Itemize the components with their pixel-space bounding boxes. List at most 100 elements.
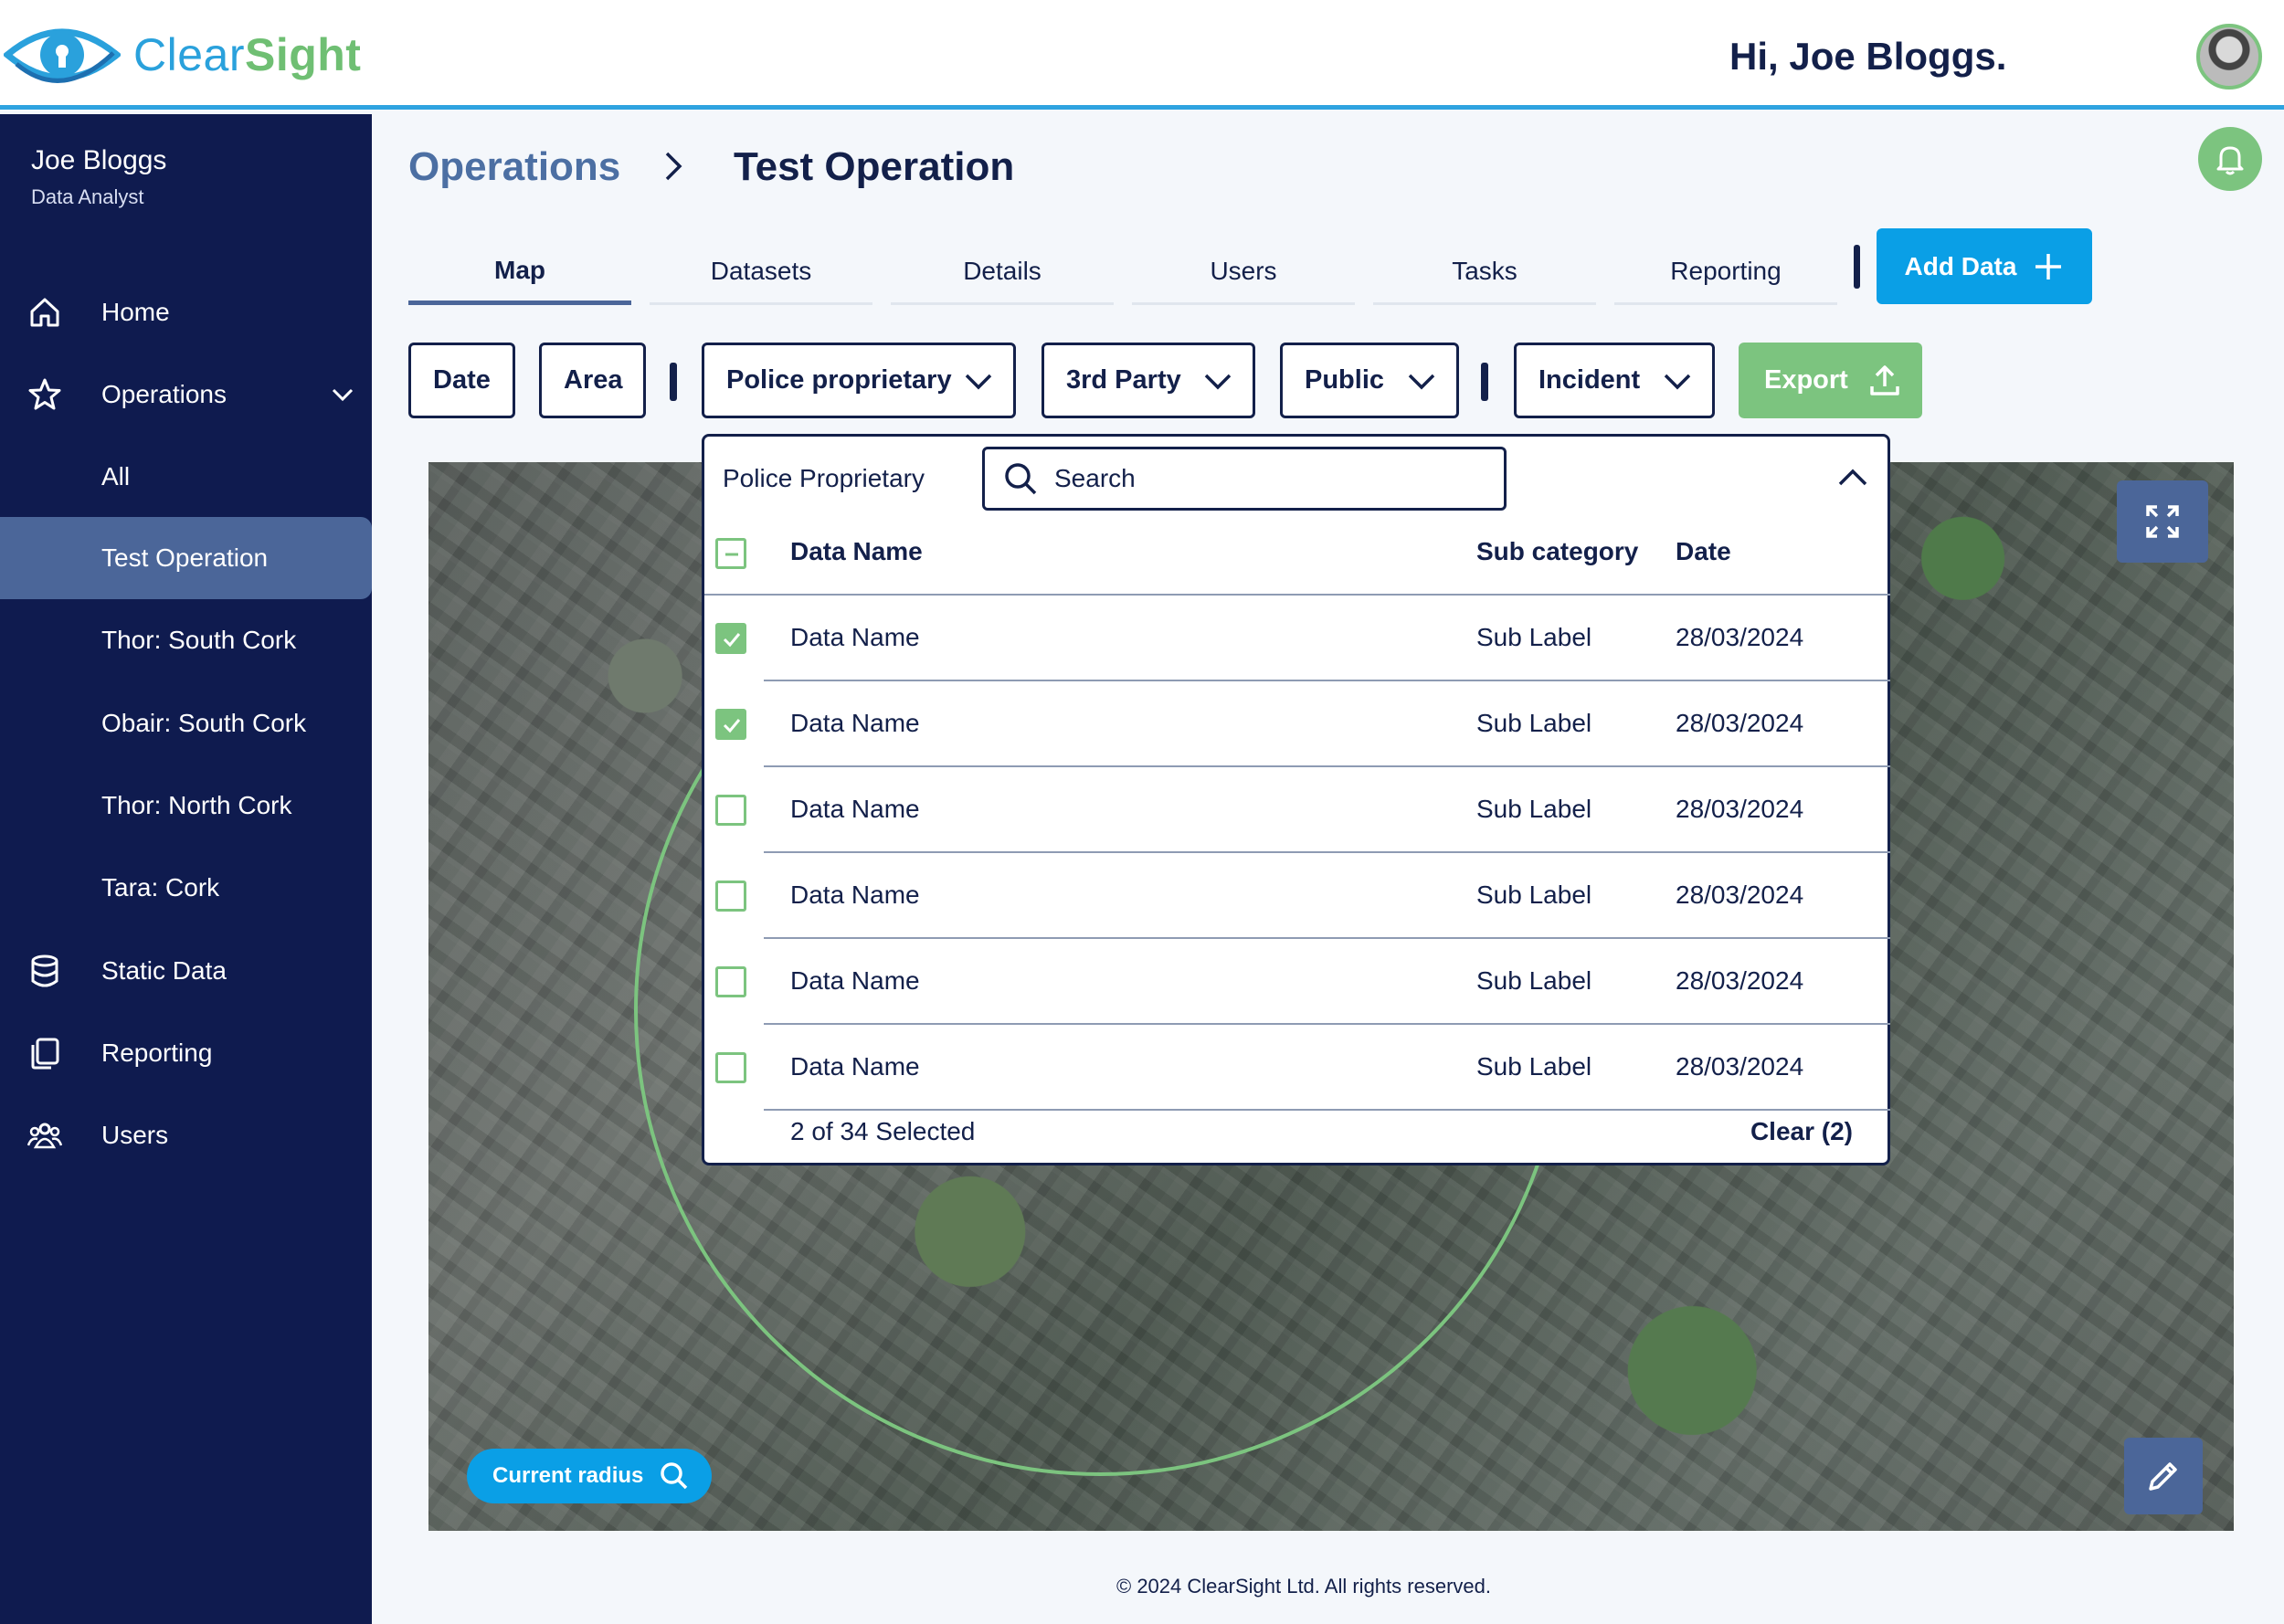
search-icon	[1005, 463, 1037, 495]
police-proprietary-panel: Police Proprietary Data Name Sub categor…	[702, 434, 1890, 1165]
upload-icon	[1870, 364, 1899, 395]
row-date: 28/03/2024	[1676, 966, 1804, 995]
sidebar-item-tara-cork[interactable]: Tara: Cork	[0, 847, 372, 929]
search-input[interactable]	[1054, 464, 1456, 493]
header-sub-category[interactable]: Sub category	[1476, 537, 1638, 566]
row-data-name: Data Name	[790, 709, 920, 737]
chevron-down-icon	[1664, 374, 1691, 390]
police-proprietary-dropdown[interactable]: Police proprietary	[702, 343, 1016, 418]
tab-reporting[interactable]: Reporting	[1614, 239, 1837, 305]
sidebar-user-role: Data Analyst	[31, 185, 144, 208]
sidebar-item-users[interactable]: Users	[0, 1094, 372, 1176]
row-data-name: Data Name	[790, 1052, 920, 1081]
home-icon	[30, 298, 59, 327]
sidebar-item-thor-south-cork[interactable]: Thor: South Cork	[0, 599, 372, 681]
filter-label: 3rd Party	[1066, 365, 1181, 395]
pencil-icon	[2149, 1462, 2177, 1491]
sidebar-item-static-data[interactable]: Static Data	[0, 930, 372, 1012]
clearsight-logo[interactable]: ClearSight	[4, 16, 361, 93]
public-dropdown[interactable]: Public	[1280, 343, 1459, 418]
chevron-down-icon[interactable]	[329, 381, 356, 408]
sidebar-item-test-operation[interactable]: Test Operation	[0, 517, 372, 599]
sidebar-item-label: Obair: South Cork	[101, 709, 307, 737]
edit-button[interactable]	[2124, 1438, 2203, 1514]
notifications-button[interactable]	[2198, 127, 2262, 191]
sidebar-item-thor-north-cork[interactable]: Thor: North Cork	[0, 765, 372, 847]
row-checkbox[interactable]	[715, 881, 746, 912]
tab-users[interactable]: Users	[1132, 239, 1355, 305]
row-data-name: Data Name	[790, 795, 920, 823]
check-icon	[723, 719, 741, 733]
greeting: Hi, Joe Bloggs.	[1729, 35, 2007, 78]
filter-label: Police proprietary	[726, 365, 952, 395]
chevron-down-icon	[965, 374, 992, 390]
date-filter-button[interactable]: Date	[408, 343, 515, 418]
sidebar-item-label: Home	[101, 298, 170, 326]
chevron-down-icon	[1204, 374, 1232, 390]
header-data-name[interactable]: Data Name	[790, 537, 923, 566]
sidebar-item-home[interactable]: Home	[0, 271, 372, 353]
row-sub-label: Sub Label	[1476, 795, 1592, 823]
table-row[interactable]: Data Name Sub Label 28/03/2024	[704, 596, 1890, 681]
row-checkbox[interactable]	[715, 709, 746, 740]
clear-selection-button[interactable]: Clear (2)	[1750, 1117, 1853, 1146]
current-radius-label: Current radius	[492, 1463, 644, 1488]
chevron-up-icon[interactable]	[1837, 466, 1868, 490]
plus-icon	[2036, 253, 2062, 279]
search-field[interactable]	[982, 447, 1507, 511]
table-row[interactable]: Data Name Sub Label 28/03/2024	[704, 939, 1890, 1025]
panel-title: Police Proprietary	[723, 464, 925, 492]
select-all-checkbox[interactable]	[715, 538, 746, 569]
current-radius-button[interactable]: Current radius	[467, 1449, 712, 1503]
table-row[interactable]: Data Name Sub Label 28/03/2024	[704, 853, 1890, 939]
table-row[interactable]: Data Name Sub Label 28/03/2024	[704, 681, 1890, 767]
area-filter-button[interactable]: Area	[539, 343, 646, 418]
sidebar-item-all[interactable]: All	[0, 436, 372, 518]
export-button[interactable]: Export	[1739, 343, 1922, 418]
sidebar-user-name: Joe Bloggs	[31, 145, 167, 175]
sidebar-item-obair-south-cork[interactable]: Obair: South Cork	[0, 682, 372, 765]
sidebar-item-label: All	[101, 462, 131, 490]
users-icon	[27, 1123, 62, 1149]
expand-icon	[2146, 505, 2179, 538]
row-checkbox[interactable]	[715, 966, 746, 997]
row-date: 28/03/2024	[1676, 1052, 1804, 1081]
search-icon	[661, 1462, 688, 1490]
table-row[interactable]: Data Name Sub Label 28/03/2024	[704, 767, 1890, 853]
tab-details[interactable]: Details	[891, 239, 1114, 305]
sidebar-item-label: Thor: North Cork	[101, 791, 292, 819]
database-icon	[31, 954, 58, 987]
sidebar-item-label: Operations	[101, 380, 227, 408]
row-date: 28/03/2024	[1676, 795, 1804, 823]
divider	[1481, 363, 1488, 401]
chevron-down-icon	[1408, 374, 1435, 390]
row-checkbox[interactable]	[715, 1052, 746, 1083]
page-title: Test Operation	[734, 144, 1015, 189]
sidebar-item-reporting[interactable]: Reporting	[0, 1012, 372, 1094]
sidebar-item-label: Reporting	[101, 1039, 213, 1067]
breadcrumb-operations[interactable]: Operations	[408, 144, 620, 190]
incident-dropdown[interactable]: Incident	[1514, 343, 1715, 418]
add-data-button[interactable]: Add Data	[1877, 228, 2092, 304]
top-header: ClearSight Hi, Joe Bloggs.	[0, 0, 2284, 110]
filter-label: Public	[1305, 365, 1385, 395]
row-checkbox[interactable]	[715, 795, 746, 826]
tab-tasks[interactable]: Tasks	[1373, 239, 1596, 305]
table-row[interactable]: Data Name Sub Label 28/03/2024	[704, 1025, 1890, 1111]
tab-map[interactable]: Map	[408, 239, 631, 305]
header-date[interactable]: Date	[1676, 537, 1731, 566]
filter-label: Incident	[1539, 365, 1641, 395]
copyright-text: © 2024 ClearSight Ltd. All rights reserv…	[1116, 1575, 1491, 1598]
row-date: 28/03/2024	[1676, 881, 1804, 909]
sidebar-item-label: Static Data	[101, 956, 227, 985]
star-icon	[28, 378, 61, 410]
row-checkbox[interactable]	[715, 623, 746, 654]
sidebar-item-operations[interactable]: Operations	[0, 353, 372, 436]
avatar[interactable]	[2196, 24, 2262, 90]
divider	[764, 1109, 1890, 1111]
tab-datasets[interactable]: Datasets	[650, 239, 872, 305]
row-data-name: Data Name	[790, 966, 920, 995]
third-party-dropdown[interactable]: 3rd Party	[1042, 343, 1255, 418]
fullscreen-button[interactable]	[2117, 480, 2208, 563]
selected-count: 2 of 34 Selected	[790, 1117, 976, 1145]
